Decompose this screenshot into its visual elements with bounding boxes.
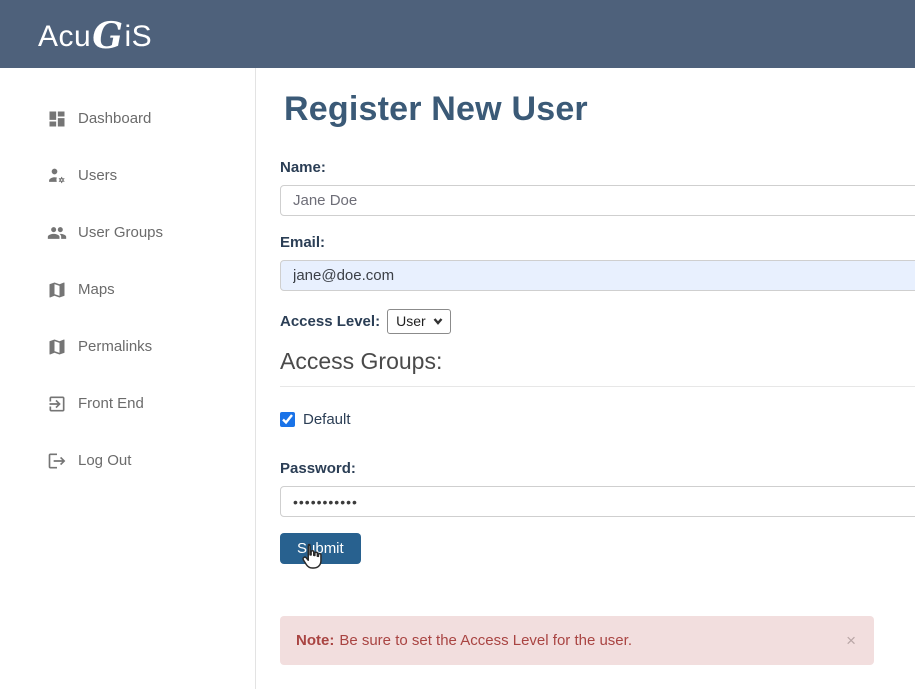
sidebar: Dashboard Users User Groups Ma (0, 68, 256, 689)
dashboard-icon (47, 109, 67, 129)
password-input[interactable] (280, 486, 915, 517)
sidebar-item-maps[interactable]: Maps (0, 277, 255, 302)
email-label: Email: (280, 234, 915, 251)
top-header: AcuGiS (0, 0, 915, 68)
map-icon (47, 280, 67, 300)
logo-text-is: iS (124, 20, 152, 54)
map-icon (47, 337, 67, 357)
access-level-select[interactable]: User (387, 309, 451, 334)
default-group-label: Default (303, 411, 351, 428)
note-alert: Note: Be sure to set the Access Level fo… (280, 616, 874, 665)
sidebar-item-front-end[interactable]: Front End (0, 391, 255, 416)
chevron-down-icon (433, 316, 443, 326)
user-settings-icon (47, 166, 67, 186)
close-icon[interactable]: × (844, 632, 858, 649)
access-level-selected-value: User (396, 313, 426, 329)
sidebar-item-user-groups[interactable]: User Groups (0, 220, 255, 245)
logo-text: Acu (38, 20, 91, 54)
note-prefix: Note: (296, 632, 334, 649)
submit-button[interactable]: Submit (280, 533, 361, 564)
name-input[interactable] (280, 185, 915, 216)
sidebar-item-label: Dashboard (78, 110, 151, 127)
main-content: Register New User Name: Email: Access Le… (256, 68, 915, 689)
sidebar-item-label: Users (78, 167, 117, 184)
note-text: Be sure to set the Access Level for the … (339, 632, 632, 649)
email-input[interactable] (280, 260, 915, 291)
access-groups-heading: Access Groups: (280, 348, 915, 387)
logout-icon (47, 451, 67, 471)
sidebar-item-users[interactable]: Users (0, 163, 255, 188)
sidebar-item-label: Log Out (78, 452, 131, 469)
enter-app-icon (47, 394, 67, 414)
sidebar-item-label: Permalinks (78, 338, 152, 355)
sidebar-item-permalinks[interactable]: Permalinks (0, 334, 255, 359)
acugis-logo[interactable]: AcuGiS (38, 13, 152, 55)
password-label: Password: (280, 460, 915, 477)
logo-text-g: G (92, 15, 123, 57)
access-level-label: Access Level: (280, 313, 380, 330)
page-title: Register New User (284, 90, 915, 129)
sidebar-item-label: Front End (78, 395, 144, 412)
name-label: Name: (280, 159, 915, 176)
users-group-icon (47, 223, 67, 243)
sidebar-item-label: User Groups (78, 224, 163, 241)
sidebar-item-log-out[interactable]: Log Out (0, 448, 255, 473)
sidebar-item-dashboard[interactable]: Dashboard (0, 106, 255, 131)
default-group-checkbox[interactable] (280, 412, 295, 427)
sidebar-item-label: Maps (78, 281, 115, 298)
